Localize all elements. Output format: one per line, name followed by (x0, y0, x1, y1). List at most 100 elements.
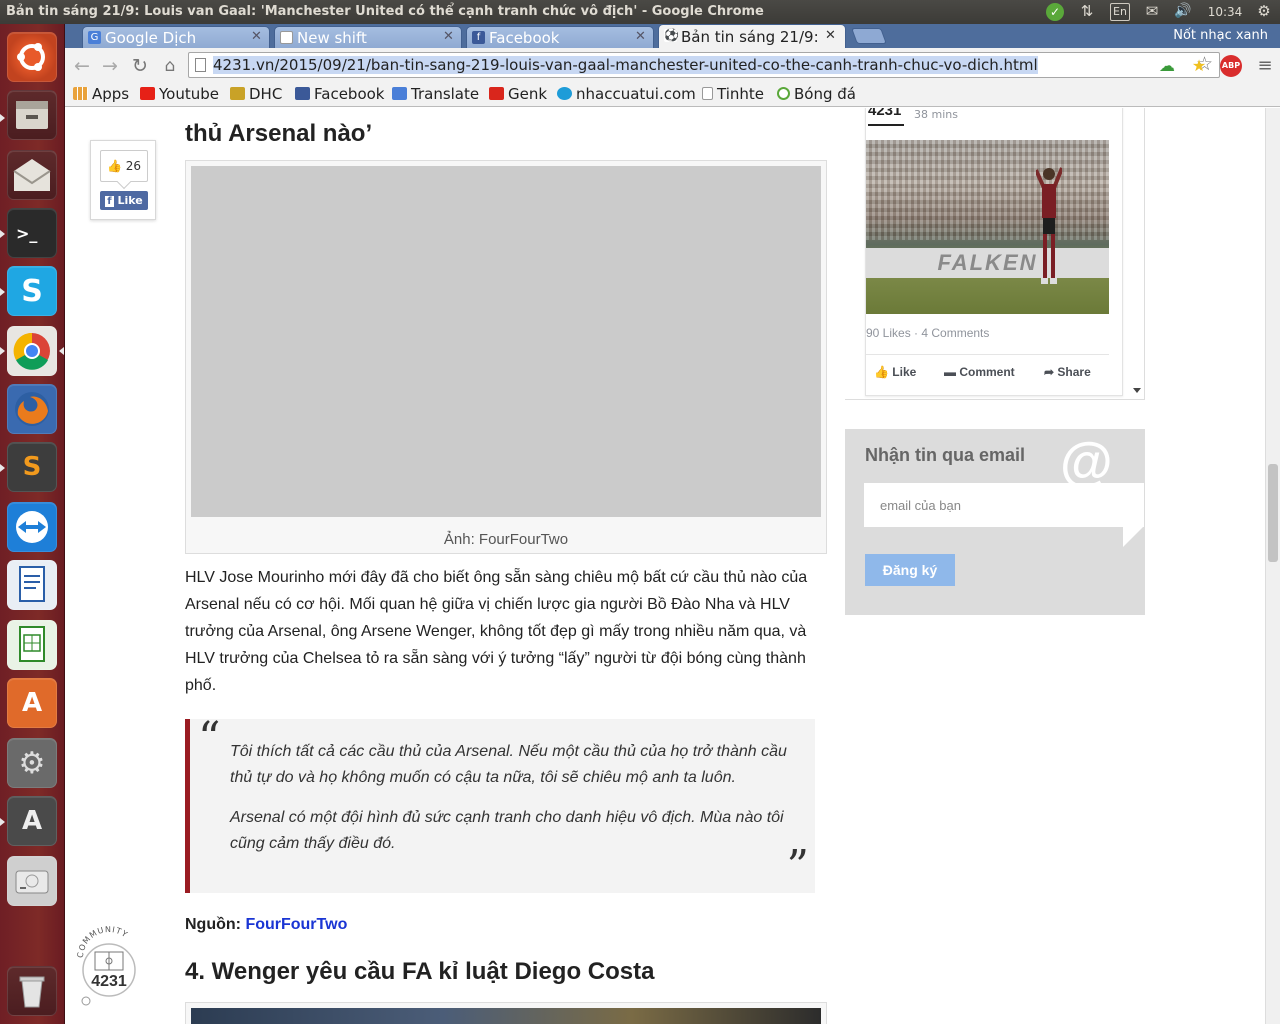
source-link[interactable]: FourFourTwo (245, 916, 347, 933)
files-icon[interactable] (7, 90, 57, 140)
translate-icon (392, 87, 407, 100)
tab-close-icon[interactable]: ✕ (443, 29, 454, 44)
software-updater-icon[interactable]: A (7, 796, 57, 846)
bookmark-youtube[interactable]: Youtube (140, 85, 219, 103)
forward-button[interactable]: → (99, 55, 121, 77)
fold-corner (1123, 527, 1143, 547)
bookmark-facebook[interactable]: Facebook (295, 85, 384, 103)
teamviewer-icon[interactable] (7, 502, 57, 552)
address-bar[interactable]: 4231.vn/2015/09/21/ban-tin-sang-219-loui… (188, 52, 1220, 78)
running-indicator (0, 347, 5, 355)
terminal-icon[interactable]: >_ (7, 208, 57, 258)
system-gear-icon[interactable]: ⚙ (1255, 3, 1273, 21)
software-center-icon[interactable]: A (7, 678, 57, 728)
player-figure (1036, 167, 1062, 284)
network-icon[interactable]: ⇅ (1078, 3, 1096, 21)
bookmark-genk[interactable]: Genk (489, 85, 547, 103)
widget-scroll-down-icon[interactable] (1133, 388, 1141, 393)
mail-client-icon[interactable] (7, 150, 57, 200)
tab-new-shift[interactable]: New shift ✕ (274, 26, 462, 48)
skype-icon[interactable]: S (7, 266, 57, 316)
apps-grid-icon (73, 87, 88, 100)
ubuntu-dash-icon[interactable] (7, 32, 57, 82)
running-indicator (0, 818, 5, 826)
close-quote-icon: ” (786, 841, 810, 892)
post-photo[interactable]: FALKEN (866, 140, 1109, 314)
chrome-icon[interactable] (7, 326, 57, 376)
reload-button[interactable]: ↻ (129, 55, 151, 77)
mail-icon[interactable]: ✉ (1142, 3, 1162, 21)
email-field[interactable] (864, 483, 1144, 527)
tab-close-icon[interactable]: ✕ (635, 29, 646, 44)
running-indicator (0, 114, 5, 122)
quote-paragraph: Arsenal có một đội hình đủ sức cạnh tran… (230, 809, 784, 852)
update-shield-icon[interactable]: ✓ (1046, 3, 1064, 21)
thumbs-up-icon: 👍 (106, 159, 122, 173)
document-icon (280, 31, 293, 44)
like-count: 👍 26 (100, 150, 148, 182)
post-page-logo[interactable]: 4231 (868, 108, 904, 126)
tab-label: Google Dịch (105, 29, 197, 47)
community-4231-logo[interactable]: COMMUNITY 4231 (76, 925, 141, 1006)
community-number: 4231 (91, 973, 127, 990)
post-share-button[interactable]: ➦ Share (1044, 365, 1091, 379)
page-icon (195, 58, 206, 72)
bookmark-bong-da[interactable]: Bóng đá (777, 85, 856, 103)
tab-strip: G Google Dịch ✕ New shift ✕ f Facebook ✕… (65, 24, 1280, 48)
disk-drive-icon[interactable] (7, 856, 57, 906)
writer-icon[interactable] (7, 560, 57, 610)
clock[interactable]: 10:34 (1205, 3, 1245, 21)
calc-icon[interactable] (7, 620, 57, 670)
article-image (191, 1008, 821, 1024)
cloud-extension-icon[interactable]: ☁ (1156, 55, 1178, 77)
tab-ban-tin-sang[interactable]: ⚽ Bản tin sáng 21/9: ✕ (658, 24, 846, 48)
bookmark-apps[interactable]: Apps (73, 85, 129, 103)
star-extension-icon[interactable]: ★ (1188, 55, 1210, 77)
bookmark-nhaccuatui[interactable]: nhaccuatui.com (557, 85, 696, 103)
scrollbar-thumb[interactable] (1268, 464, 1278, 562)
new-tab-button[interactable] (851, 28, 887, 44)
article-figure (185, 1002, 827, 1024)
post-like-button[interactable]: 👍 Like (874, 365, 916, 379)
tab-close-icon[interactable]: ✕ (251, 29, 262, 44)
post-comment-button[interactable]: ▬ Comment (944, 365, 1015, 379)
page-scrollbar[interactable] (1265, 108, 1280, 1024)
tab-facebook[interactable]: f Facebook ✕ (466, 26, 654, 48)
back-button[interactable]: ← (71, 55, 93, 77)
newsletter-box: Nhận tin qua email @ Đăng ký (845, 429, 1145, 615)
running-indicator (0, 464, 5, 472)
soccer-ball-icon: ⚽ (664, 28, 679, 42)
tab-close-icon[interactable]: ✕ (825, 28, 836, 43)
post-time[interactable]: 38 mins (914, 108, 958, 121)
bookmark-label: nhaccuatui.com (576, 85, 696, 103)
bookmark-translate[interactable]: Translate (392, 85, 479, 103)
post-stats[interactable]: 90 Likes · 4 Comments (866, 326, 989, 340)
tab-google-dich[interactable]: G Google Dịch ✕ (82, 26, 270, 48)
bookmark-label: Facebook (314, 85, 385, 103)
page-content: 👍 26 f Like thủ Arsenal nào’ Ảnh: FourFo… (65, 108, 1265, 1024)
unity-launcher: >_ S S A ⚙ A (0, 24, 65, 1024)
sublime-text-icon[interactable]: S (7, 442, 57, 492)
adblock-plus-icon[interactable]: ABP (1220, 55, 1242, 77)
quote-paragraph: Tôi thích tất cả các cầu thủ của Arsenal… (230, 743, 787, 786)
tab-label: New shift (297, 29, 367, 47)
system-settings-icon[interactable]: ⚙ (7, 738, 57, 788)
firefox-icon[interactable] (7, 384, 57, 434)
volume-icon[interactable]: 🔊 (1172, 3, 1194, 21)
home-button[interactable]: ⌂ (159, 55, 181, 77)
like-label: Like (892, 365, 917, 379)
subscribe-button[interactable]: Đăng ký (865, 554, 955, 586)
bookmark-dhc[interactable]: DHC (230, 85, 282, 103)
article-paragraph: HLV Jose Mourinho mới đây đã cho biết ôn… (185, 569, 808, 694)
facebook-like-button[interactable]: f Like (100, 191, 148, 210)
top-panel: Bản tin sáng 21/9: Louis van Gaal: 'Manc… (0, 0, 1280, 24)
source-label: Nguồn: (185, 916, 241, 933)
facebook-icon: f (472, 31, 485, 44)
keyboard-language-indicator[interactable]: En (1110, 3, 1130, 21)
menu-icon[interactable]: ≡ (1254, 55, 1276, 77)
trash-icon[interactable] (7, 966, 57, 1016)
tab-label: Bản tin sáng 21/9: (681, 28, 819, 46)
tab-label: Facebook (489, 29, 560, 47)
bookmark-tinhte[interactable]: Tinhte (702, 85, 764, 103)
profile-label[interactable]: Nốt nhạc xanh (1173, 28, 1268, 43)
